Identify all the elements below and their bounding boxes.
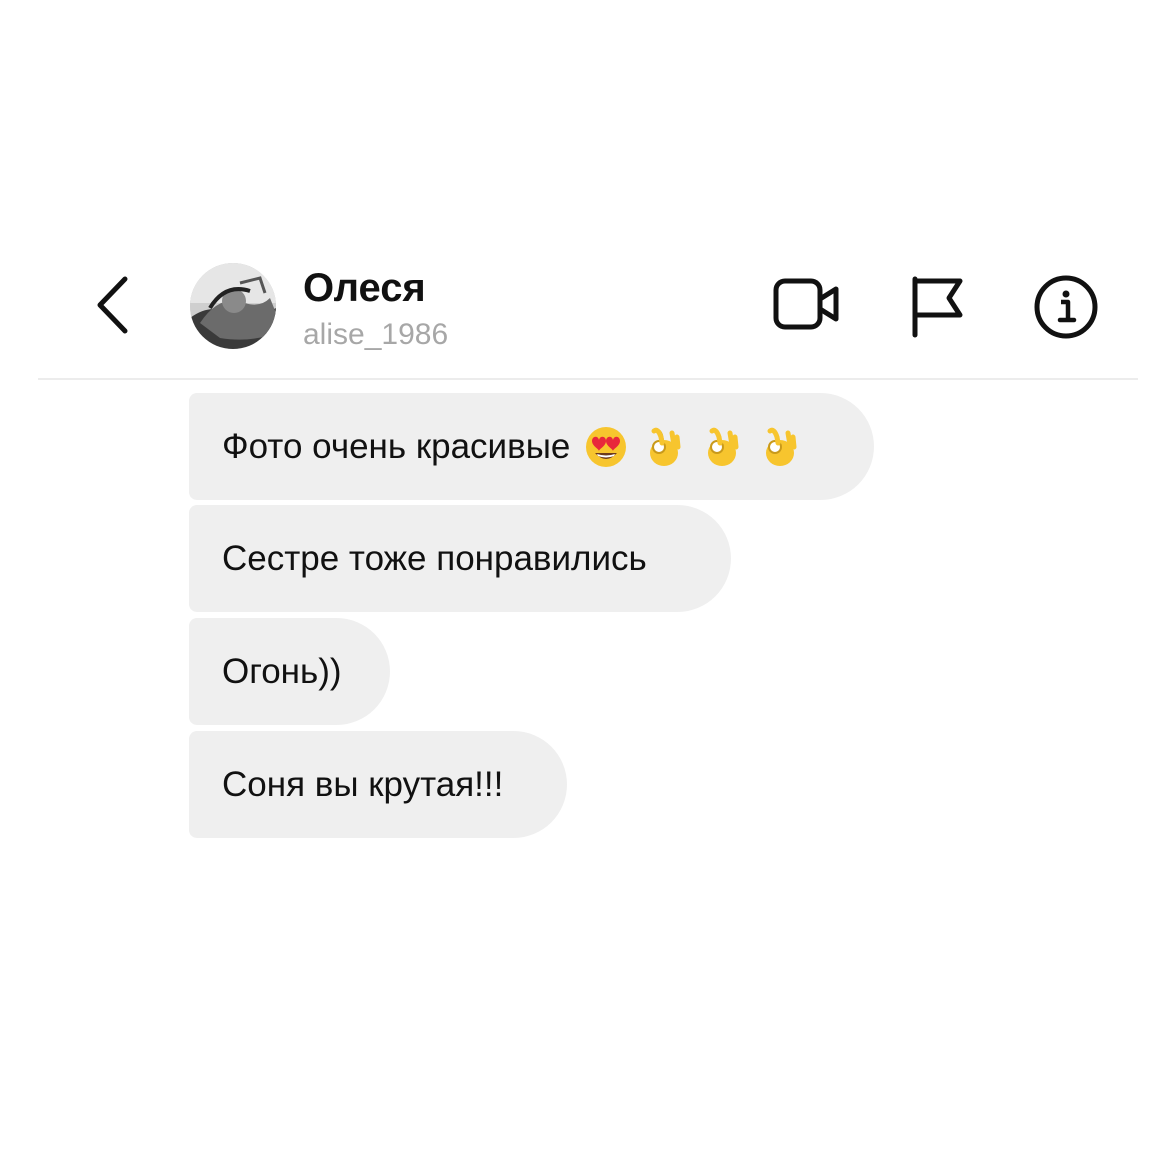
message-bubble[interactable]: Сестре тоже понравились	[189, 505, 731, 612]
profile-photo	[190, 263, 276, 349]
video-call-button[interactable]	[770, 271, 844, 337]
message-text: Огонь))	[222, 651, 342, 691]
contact-username: alise_1986	[303, 318, 449, 351]
message-bubble[interactable]: Соня вы крутая!!!	[189, 731, 567, 838]
ok-hand-emoji	[766, 427, 797, 466]
message-bubble[interactable]: Огонь))	[189, 618, 390, 725]
chat-header: Олеся alise_1986	[0, 255, 1170, 365]
back-button[interactable]	[88, 273, 138, 337]
video-camera-icon	[773, 278, 839, 330]
info-button[interactable]	[1030, 271, 1102, 343]
header-divider	[38, 378, 1138, 380]
ok-hand-emoji	[650, 427, 681, 466]
message-bubble[interactable]: Фото очень красивые	[189, 393, 874, 500]
report-button[interactable]	[905, 271, 969, 341]
message-list: Фото очень красивые Сестре тоже понравил…	[0, 0, 1170, 1170]
message-text: Сестре тоже понравились	[222, 538, 647, 578]
message-text: Соня вы крутая!!!	[222, 764, 504, 804]
contact-name[interactable]: Олеся	[303, 265, 426, 311]
info-icon	[1034, 275, 1098, 339]
message-text: Фото очень красивые	[222, 426, 571, 466]
chevron-left-icon	[97, 276, 128, 334]
ok-hand-emoji	[708, 427, 739, 466]
heart-eyes-emoji	[586, 426, 627, 467]
flag-icon	[912, 276, 963, 338]
avatar[interactable]	[190, 263, 276, 349]
